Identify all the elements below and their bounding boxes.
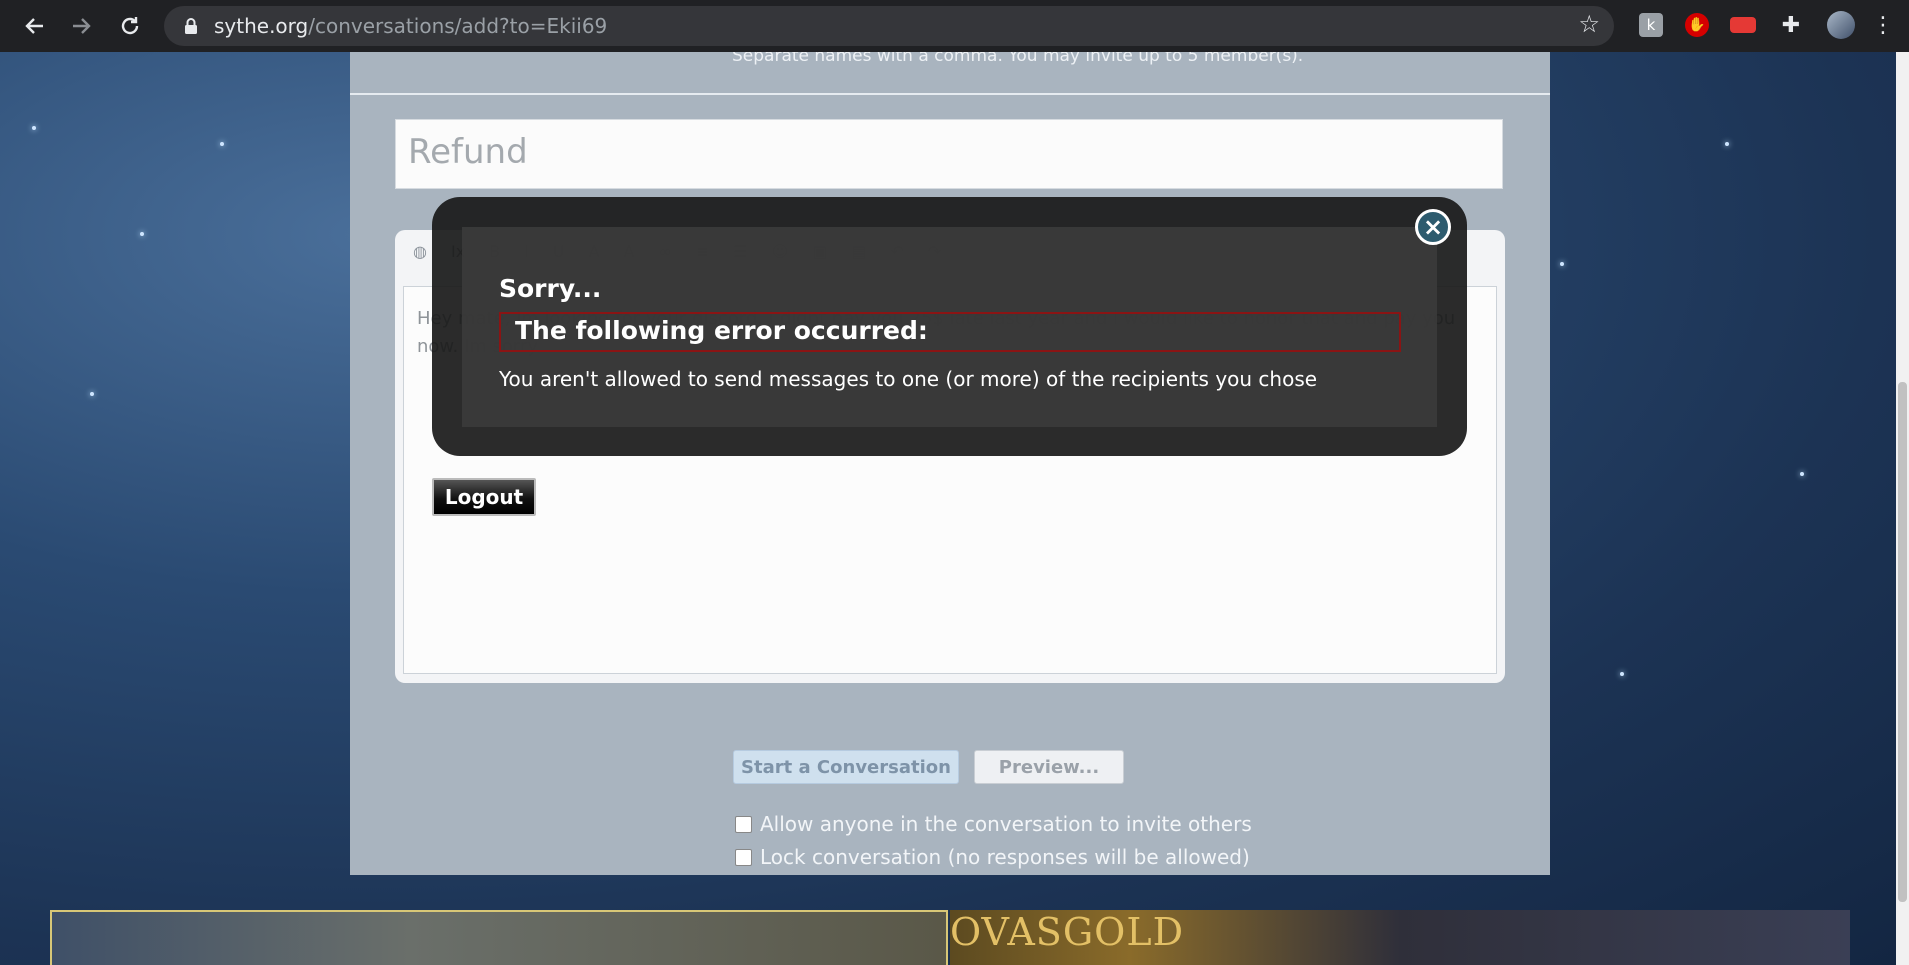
star-decoration <box>1560 262 1564 266</box>
lock-checkbox[interactable] <box>735 848 752 866</box>
divider <box>350 93 1550 95</box>
forward-arrow-icon[interactable] <box>64 8 100 44</box>
error-modal-content: Sorry... The following error occurred: Y… <box>432 197 1467 456</box>
browser-toolbar: sythe.org/conversations/add?to=Ekii69 ☆ … <box>0 0 1909 52</box>
kebab-menu-icon[interactable]: ⋮ <box>1868 10 1898 40</box>
star-decoration <box>1800 472 1804 476</box>
modal-title: Sorry... <box>499 274 602 303</box>
star-decoration <box>32 126 36 130</box>
puzzle-icon[interactable]: ✚ <box>1776 10 1806 40</box>
invite-checkbox[interactable] <box>735 815 752 833</box>
star-decoration <box>1620 672 1624 676</box>
preview-button[interactable]: Preview... <box>974 750 1124 784</box>
error-heading: The following error occurred: <box>515 316 928 345</box>
banner-brand: OVASGOLD <box>950 910 1185 954</box>
url-path: /conversations/add?to=Ekii69 <box>308 14 608 38</box>
star-decoration <box>1725 142 1729 146</box>
extension-k-icon[interactable]: k <box>1636 10 1666 40</box>
option-invite-row[interactable]: Allow anyone in the conversation to invi… <box>735 812 1252 836</box>
star-decoration <box>90 392 94 396</box>
option-lock-row[interactable]: Lock conversation (no responses will be … <box>735 845 1250 869</box>
remove-format-icon[interactable]: ◍ <box>413 242 427 261</box>
scrollbar[interactable] <box>1896 52 1909 965</box>
back-arrow-icon[interactable] <box>16 8 52 44</box>
scrollbar-thumb[interactable] <box>1898 382 1907 902</box>
star-decoration <box>140 232 144 236</box>
ad-banner-left[interactable] <box>50 910 948 965</box>
url-text: sythe.org/conversations/add?to=Ekii69 <box>214 14 607 38</box>
title-input[interactable]: Refund <box>395 119 1503 189</box>
error-message: You aren't allowed to send messages to o… <box>499 367 1318 391</box>
logout-button[interactable]: Logout <box>432 478 536 516</box>
url-host: sythe.org <box>214 14 309 38</box>
conversation-form-panel: Separate names with a comma. You may inv… <box>350 52 1550 875</box>
lock-icon <box>185 18 197 34</box>
lock-option-label: Lock conversation (no responses will be … <box>760 845 1250 869</box>
page-background: Separate names with a comma. You may inv… <box>0 52 1896 965</box>
extension-hand-icon[interactable]: ✋ <box>1682 10 1712 40</box>
start-conversation-button[interactable]: Start a Conversation <box>733 750 959 784</box>
star-icon[interactable]: ☆ <box>1578 10 1600 38</box>
avatar[interactable] <box>1826 10 1856 40</box>
invite-option-label: Allow anyone in the conversation to invi… <box>760 812 1252 836</box>
star-decoration <box>220 142 224 146</box>
reload-icon[interactable] <box>112 8 148 44</box>
address-bar[interactable]: sythe.org/conversations/add?to=Ekii69 ☆ <box>164 6 1614 46</box>
extension-video-icon[interactable] <box>1728 10 1758 40</box>
